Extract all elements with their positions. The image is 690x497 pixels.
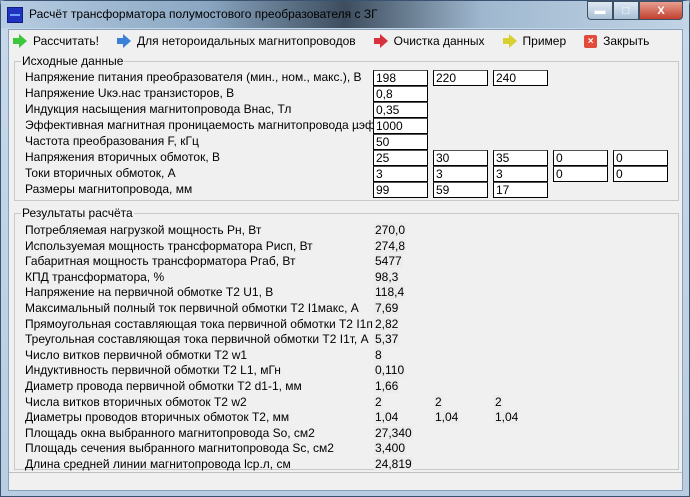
- input-field[interactable]: 17: [493, 182, 548, 198]
- toolbar-button-1[interactable]: Для нетороидальных магнитопроводов: [116, 34, 356, 48]
- result-value: 5,37: [374, 332, 400, 347]
- input-field[interactable]: 240: [493, 70, 548, 86]
- red-arrow-icon: [373, 34, 388, 48]
- result-value: 270,0: [374, 223, 407, 237]
- toolbar-button-4[interactable]: × Закрыть: [584, 34, 649, 48]
- input-label: Частота преобразования F, кГц: [25, 134, 199, 148]
- result-label: КПД трансформатора, %: [25, 269, 165, 284]
- result-label: Длина средней линии магнитопровода lср.л…: [25, 457, 291, 471]
- result-label: Напряжение на первичной обмотке Т2 U1, В: [25, 285, 274, 300]
- result-value: 5477: [374, 254, 403, 269]
- green-arrow-icon: [13, 34, 27, 48]
- result-value: 118,4: [374, 285, 406, 300]
- result-label: Площадь окна выбранного магнитопровода S…: [25, 425, 315, 440]
- input-field[interactable]: 25: [373, 150, 428, 166]
- result-label: Прямоугольная составляющая тока первично…: [25, 316, 388, 331]
- blue-arrow-icon: [116, 34, 131, 48]
- input-group-title: Исходные данные: [21, 54, 125, 68]
- input-label: Токи вторичных обмоток, А: [25, 166, 176, 180]
- input-field[interactable]: 198: [373, 70, 428, 86]
- result-value: 98,3: [374, 269, 400, 284]
- toolbar: Рассчитать! Для нетороидальных магнитопро…: [9, 30, 682, 52]
- result-value: 27,340: [374, 425, 413, 440]
- maximize-button[interactable]: □: [613, 1, 639, 20]
- minimize-button[interactable]: ▬: [587, 1, 613, 20]
- result-value: 2: [494, 394, 503, 409]
- input-field[interactable]: 0,35: [373, 102, 428, 118]
- toolbar-button-label: Очистка данных: [393, 34, 485, 48]
- input-field[interactable]: 59: [433, 182, 488, 198]
- toolbar-button-2[interactable]: Очистка данных: [373, 34, 485, 48]
- toolbar-button-0[interactable]: Рассчитать!: [13, 34, 99, 48]
- input-label: Напряжение питания преобразователя (мин.…: [25, 70, 362, 84]
- result-value: 24,819: [374, 457, 413, 471]
- result-value: 8: [374, 347, 383, 362]
- input-field[interactable]: 50: [373, 134, 428, 150]
- toolbar-button-label: Для нетороидальных магнитопроводов: [136, 34, 356, 48]
- results-group-title: Результаты расчёта: [21, 206, 134, 220]
- result-value: 2: [434, 394, 443, 409]
- toolbar-button-label: Пример: [522, 34, 567, 48]
- input-field[interactable]: 0: [613, 150, 668, 166]
- result-label: Диаметры проводов вторичных обмоток Т2, …: [25, 410, 290, 425]
- input-field[interactable]: 0,8: [373, 86, 428, 102]
- result-value: 274,8: [374, 238, 407, 253]
- result-value: 0,110: [374, 363, 406, 378]
- close-icon: ×: [584, 34, 598, 48]
- input-field[interactable]: 30: [433, 150, 488, 166]
- input-field[interactable]: 3: [493, 166, 548, 182]
- result-label: Максимальный полный ток первичной обмотк…: [25, 301, 359, 315]
- input-field[interactable]: 3: [373, 166, 428, 182]
- result-label: Числа витков вторичных обмоток Т2 w2: [25, 394, 247, 409]
- result-value: 7,69: [374, 301, 400, 315]
- input-field[interactable]: 35: [493, 150, 548, 166]
- input-field[interactable]: 0: [613, 166, 668, 182]
- input-field[interactable]: 0: [553, 166, 608, 182]
- input-field[interactable]: 99: [373, 182, 428, 198]
- result-label: Используемая мощность трансформатора Рис…: [25, 238, 313, 253]
- close-window-button[interactable]: X: [639, 1, 683, 20]
- input-field[interactable]: 0: [553, 150, 608, 166]
- toolbar-button-3[interactable]: Пример: [502, 34, 567, 48]
- input-label: Эффективная магнитная проницаемость магн…: [25, 118, 385, 132]
- result-value: 1,04: [374, 410, 400, 425]
- result-value: 1,66: [374, 379, 400, 393]
- result-label: Площадь сечения выбранного магнитопровод…: [25, 441, 334, 456]
- result-label: Треугольная составляющая тока первичной …: [25, 332, 369, 347]
- result-value: 1,04: [494, 410, 520, 425]
- result-value: 3,400: [374, 441, 407, 456]
- yellow-arrow-icon: [502, 34, 517, 48]
- input-field[interactable]: 220: [433, 70, 488, 86]
- result-label: Диаметр провода первичной обмотки Т2 d1-…: [25, 379, 302, 393]
- title-bar[interactable]: Расчёт трансформатора полумостового прео…: [1, 1, 689, 28]
- result-label: Потребляемая нагрузкой мощность Рн, Вт: [25, 223, 262, 237]
- input-field[interactable]: 3: [433, 166, 488, 182]
- toolbar-button-label: Рассчитать!: [33, 34, 99, 48]
- result-value: 2: [374, 394, 383, 409]
- input-label: Размеры магнитопровода, мм: [25, 182, 193, 196]
- input-group: Исходные данные Напряжение питания преоб…: [14, 54, 679, 201]
- result-label: Число витков первичной обмотки Т2 w1: [25, 347, 248, 362]
- results-group: Результаты расчёта Потребляемая нагрузко…: [14, 206, 679, 471]
- result-label: Индуктивность первичной обмотки Т2 L1, м…: [25, 363, 281, 378]
- window-title: Расчёт трансформатора полумостового прео…: [29, 7, 378, 21]
- input-label: Напряжения вторичных обмоток, В: [25, 150, 220, 164]
- app-window: Расчёт трансформатора полумостового прео…: [0, 0, 690, 497]
- input-label: Индукция насыщения магнитопровода Внас, …: [25, 102, 292, 116]
- app-icon: [7, 7, 23, 23]
- input-label: Напряжение Uкэ.нас транзисторов, В: [25, 86, 235, 100]
- client-area: Рассчитать! Для нетороидальных магнитопро…: [8, 29, 683, 491]
- toolbar-button-label: Закрыть: [603, 34, 650, 48]
- result-value: 2,82: [374, 316, 400, 331]
- input-field[interactable]: 1000: [373, 118, 428, 134]
- result-value: 1,04: [434, 410, 460, 425]
- status-bar: [9, 472, 682, 490]
- result-label: Габаритная мощность трансформатора Ргаб,…: [25, 254, 296, 269]
